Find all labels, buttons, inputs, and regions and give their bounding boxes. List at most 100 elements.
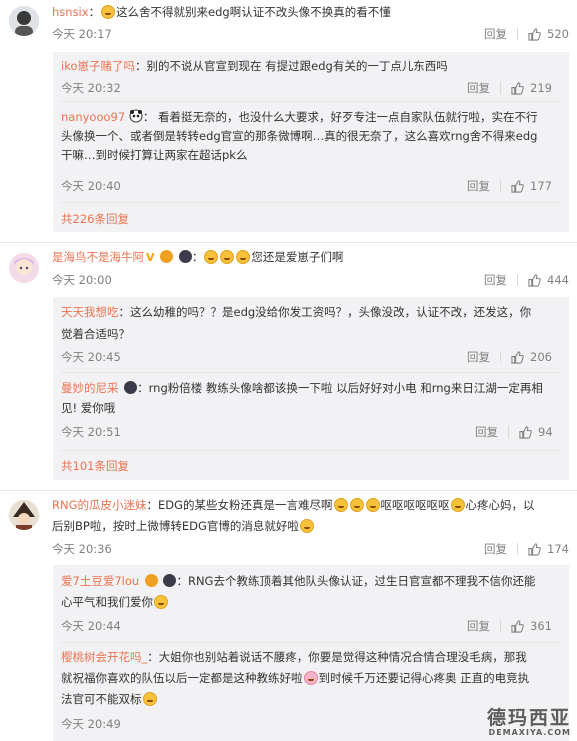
reply-actions: 回复 219: [467, 80, 552, 96]
thumbs-up-icon[interactable]: [519, 425, 532, 439]
reply-actions: 回复 177: [467, 178, 552, 194]
timestamp: 今天 20:00: [52, 273, 112, 287]
like-count: 520: [547, 27, 569, 41]
night-badge-icon: [124, 381, 138, 394]
reply-text: 天天我想吃：这么幼稚的吗？？是edg没给你发工资吗？，头像没改，认证不改，还发这…: [61, 305, 532, 319]
grin-emoji-icon: [204, 250, 219, 264]
like-count: 219: [530, 81, 552, 95]
reply-text: nanyooo97 ： 看着挺无奈的，也没什么大要求，好歹专注一点自家队伍就行啦…: [61, 109, 538, 124]
reply-body-line: 法官可不能双标: [61, 692, 142, 706]
reply-body-line: 心平气和我们爱你: [61, 595, 153, 609]
reply-actions: 回复 206: [467, 349, 552, 365]
username[interactable]: 是海鸟不是海牛阿: [52, 250, 144, 264]
reply-text: 樱桃树会开花吗_：大姐你也别站着说话不腰疼，你要是觉得这种情况合情合理没毛病，那…: [61, 650, 527, 664]
comment-divider: [0, 490, 577, 491]
reply-body-line: 就祝福你喜欢的队伍以后一定都是这种教练好啦: [61, 671, 303, 685]
username[interactable]: 天天我想吃: [61, 305, 119, 319]
like-count: 94: [538, 425, 553, 439]
timestamp: 今天 20:44: [61, 619, 121, 633]
reply-list: iko崽子赌了吗：别的不说从官宣到现在 有提过跟edg有关的一丁点儿东西吗 今天…: [53, 52, 569, 232]
reply-body-line: RNG去个教练顶着其他队头像认证，过生日官宣都不理我不信你还能: [187, 574, 536, 588]
grin-emoji-icon: [349, 498, 364, 512]
avatar[interactable]: [9, 6, 39, 36]
reply-actions: 回复 361: [467, 618, 552, 634]
comment-body-part: 后别BP啦，按时上微博转EDG官博的消息就好啦: [52, 519, 299, 533]
grin-emoji-icon: [299, 519, 314, 533]
like-count: 174: [547, 542, 569, 556]
divider: [61, 642, 561, 643]
timestamp: 今天 20:45: [61, 350, 121, 364]
reply-button[interactable]: 回复: [475, 424, 498, 440]
username[interactable]: RNG的瓜皮小迷妹: [52, 498, 147, 512]
username[interactable]: iko崽子赌了吗: [61, 59, 135, 73]
reply-body-line: 见! 爱你哦: [61, 401, 116, 415]
thumbs-up-icon[interactable]: [511, 619, 524, 633]
reply-button[interactable]: 回复: [484, 26, 507, 42]
timestamp: 今天 20:51: [61, 425, 121, 439]
reply-button[interactable]: 回复: [467, 80, 490, 96]
thumbs-up-icon[interactable]: [528, 27, 541, 41]
watermark-en: DEMAXIYA.COM: [488, 728, 571, 737]
reply-list: 天天我想吃：这么幼稚的吗？？是edg没给你发工资吗？，头像没改，认证不改，还发这…: [53, 297, 569, 480]
reply-body-line: rng粉倍楼 教练头像啥都该换一下啦 以后好好对小电 和rng来日江湖一定再相: [148, 381, 543, 395]
reply-body-line: 大姐你也别站着说话不腰疼，你要是觉得这种情况合情合理没毛病，那我: [158, 650, 527, 664]
panda-badge-icon: [129, 109, 143, 123]
username[interactable]: 爱7土豆爱7lou: [61, 574, 139, 588]
reply-text: iko崽子赌了吗：别的不说从官宣到现在 有提过跟edg有关的一丁点儿东西吗: [61, 59, 448, 73]
like-count: 361: [530, 619, 552, 633]
comment-text-line: 后别BP啦，按时上微博转EDG官博的消息就好啦: [52, 518, 315, 535]
pig-emoji-icon: [303, 671, 318, 685]
comment-body-part: 呕呕呕呕呕呕: [380, 498, 450, 512]
divider: [61, 101, 561, 102]
comment-actions: 回复 174: [484, 541, 569, 557]
divider: [61, 202, 561, 203]
reply-body: 别的不说从官宣到现在 有提过跟edg有关的一丁点儿东西吗: [146, 59, 448, 73]
reply-body-line: 头像换一个、或者倒是转转edg官宣的那条微博啊…真的很无奈了，这么喜欢rng舍不…: [61, 129, 538, 143]
watermark-cn: 德玛西亚: [486, 707, 571, 729]
username[interactable]: hsnsix: [52, 5, 89, 19]
thumbs-up-icon[interactable]: [528, 542, 541, 556]
comment-actions: 回复 444: [484, 272, 569, 288]
grin-emoji-icon: [154, 595, 168, 609]
reply-button[interactable]: 回复: [484, 272, 507, 288]
like-count: 206: [530, 350, 552, 364]
verified-badge: V: [146, 251, 155, 264]
thumbs-up-icon[interactable]: [511, 179, 524, 193]
avatar[interactable]: [9, 500, 39, 530]
username[interactable]: 樱桃树会开花吗_: [61, 650, 147, 664]
night-badge-icon: [163, 574, 177, 587]
avatar[interactable]: [9, 253, 39, 283]
like-count: 444: [547, 273, 569, 287]
thumbs-up-icon[interactable]: [511, 350, 524, 364]
timestamp: 今天 20:40: [61, 179, 121, 193]
reply-button[interactable]: 回复: [467, 618, 490, 634]
grin-emoji-icon: [365, 498, 380, 512]
comment-text: 是海鸟不是海牛阿 V ：您还是爱崽子们啊: [52, 250, 344, 264]
reply-button[interactable]: 回复: [467, 349, 490, 365]
comment-body-part: EDG的某些女粉还真是一言难尽啊: [158, 498, 333, 512]
reply-button[interactable]: 回复: [467, 178, 490, 194]
username[interactable]: 曼妙的尼采: [61, 381, 119, 395]
level-badge-icon: [144, 574, 158, 587]
timestamp: 今天 20:32: [61, 81, 121, 95]
comment-divider: [0, 242, 577, 243]
reply-body-line: 觉着合适吗？: [61, 327, 130, 341]
more-replies-link[interactable]: 共226条回复: [61, 211, 129, 227]
watermark: 德玛西亚 DEMAXIYA.COM: [487, 708, 571, 737]
reply-text: 曼妙的尼采 ：rng粉倍楼 教练头像啥都该换一下啦 以后好好对小电 和rng来日…: [61, 381, 543, 395]
grin-emoji-icon: [220, 250, 235, 264]
thumbs-up-icon[interactable]: [528, 273, 541, 287]
grin-emoji-icon: [450, 498, 465, 512]
thumbs-up-icon[interactable]: [511, 81, 524, 95]
reply-body-line: 到时候千万还要记得心疼奥 正直的电竞执: [318, 671, 530, 685]
username[interactable]: nanyooo97: [61, 110, 125, 124]
comment-body: 您还是爱崽子们啊: [251, 250, 344, 264]
reply-button[interactable]: 回复: [484, 541, 507, 557]
reply-text-line: 就祝福你喜欢的队伍以后一定都是这种教练好啦 到时候千万还要记得心疼奥 正直的电竞执: [61, 670, 529, 687]
level-badge-icon: [160, 250, 174, 263]
reply-text-line: 法官可不能双标: [61, 691, 158, 708]
reply-body-line: 干嘛…到时候打算让两家在超话pk么: [61, 148, 248, 162]
divider: [61, 372, 561, 373]
more-replies-link[interactable]: 共101条回复: [61, 458, 129, 474]
timestamp: 今天 20:17: [52, 27, 112, 41]
